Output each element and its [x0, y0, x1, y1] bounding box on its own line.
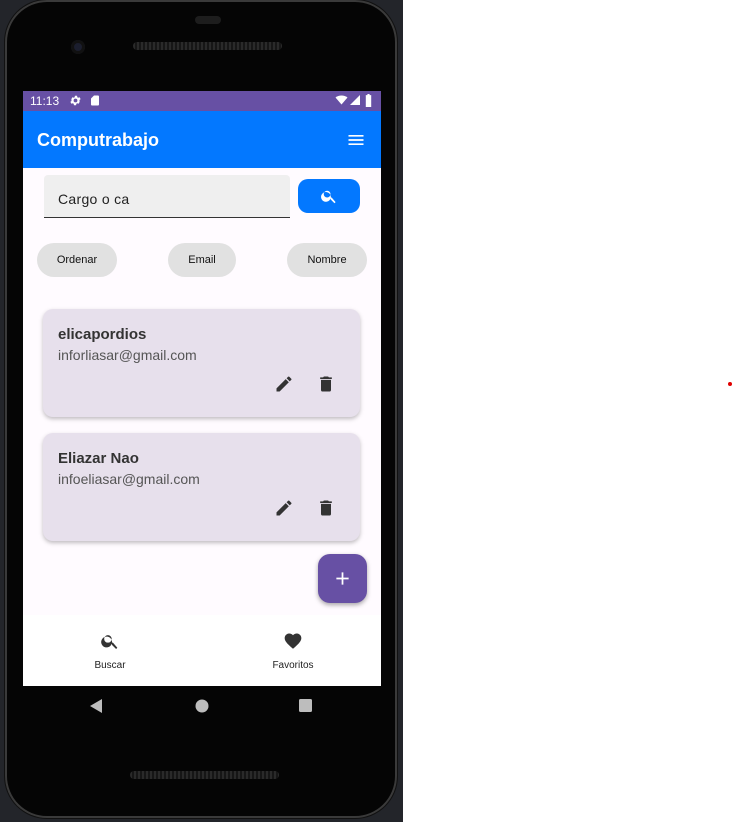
- name-filter-button[interactable]: Nombre: [287, 243, 367, 277]
- earpiece: [195, 16, 221, 24]
- search-icon: [321, 190, 336, 204]
- recents-icon[interactable]: [299, 699, 312, 712]
- home-icon[interactable]: [195, 699, 209, 713]
- menu-icon[interactable]: [345, 130, 367, 150]
- search-input-value: Cargo o ca: [58, 191, 130, 207]
- marker-dot: [728, 382, 732, 386]
- speaker-grille-bottom: [130, 771, 279, 779]
- battery-icon: [365, 94, 372, 107]
- edit-icon[interactable]: [274, 374, 294, 394]
- bottom-navigation: Buscar Favoritos: [23, 615, 381, 686]
- search-button[interactable]: [298, 179, 360, 213]
- search-input[interactable]: Cargo o ca: [44, 175, 290, 218]
- sort-button[interactable]: Ordenar: [37, 243, 117, 277]
- heart-icon: [284, 633, 302, 649]
- back-icon[interactable]: [90, 699, 104, 713]
- nav-label-search: Buscar: [94, 660, 126, 671]
- delete-icon[interactable]: [316, 498, 336, 518]
- speaker-grille-top: [133, 42, 282, 50]
- contact-email: inforliasar@gmail.com: [58, 347, 197, 363]
- front-camera: [71, 40, 85, 54]
- sd-card-icon: [91, 95, 99, 106]
- wifi-icon: [335, 95, 348, 105]
- top-app-bar: Computrabajo: [23, 111, 381, 168]
- app-screen: 11:13 Computrabajo Cargo o ca Ordenar Em…: [23, 91, 381, 686]
- delete-icon[interactable]: [316, 374, 336, 394]
- nav-label-favorites: Favoritos: [272, 660, 314, 671]
- contact-name: Eliazar Nao: [58, 450, 139, 467]
- nav-item-favorites[interactable]: Favoritos: [223, 615, 363, 686]
- email-filter-button[interactable]: Email: [168, 243, 236, 277]
- system-navigation-bar: [23, 686, 381, 728]
- contact-card[interactable]: Eliazar Nao infoeliasar@gmail.com: [43, 433, 360, 541]
- status-time: 11:13: [30, 94, 60, 108]
- gear-icon: [70, 95, 81, 106]
- add-contact-fab[interactable]: [318, 554, 367, 603]
- edit-icon[interactable]: [274, 498, 294, 518]
- contact-name: elicapordios: [58, 326, 147, 343]
- app-title: Computrabajo: [37, 130, 160, 150]
- contact-card[interactable]: elicapordios inforliasar@gmail.com: [43, 309, 360, 417]
- contact-email: infoeliasar@gmail.com: [58, 471, 200, 487]
- search-icon: [101, 635, 118, 649]
- signal-icon: [350, 95, 360, 105]
- status-bar: 11:13: [23, 91, 381, 111]
- add-icon: [336, 572, 349, 585]
- nav-item-search[interactable]: Buscar: [40, 615, 180, 686]
